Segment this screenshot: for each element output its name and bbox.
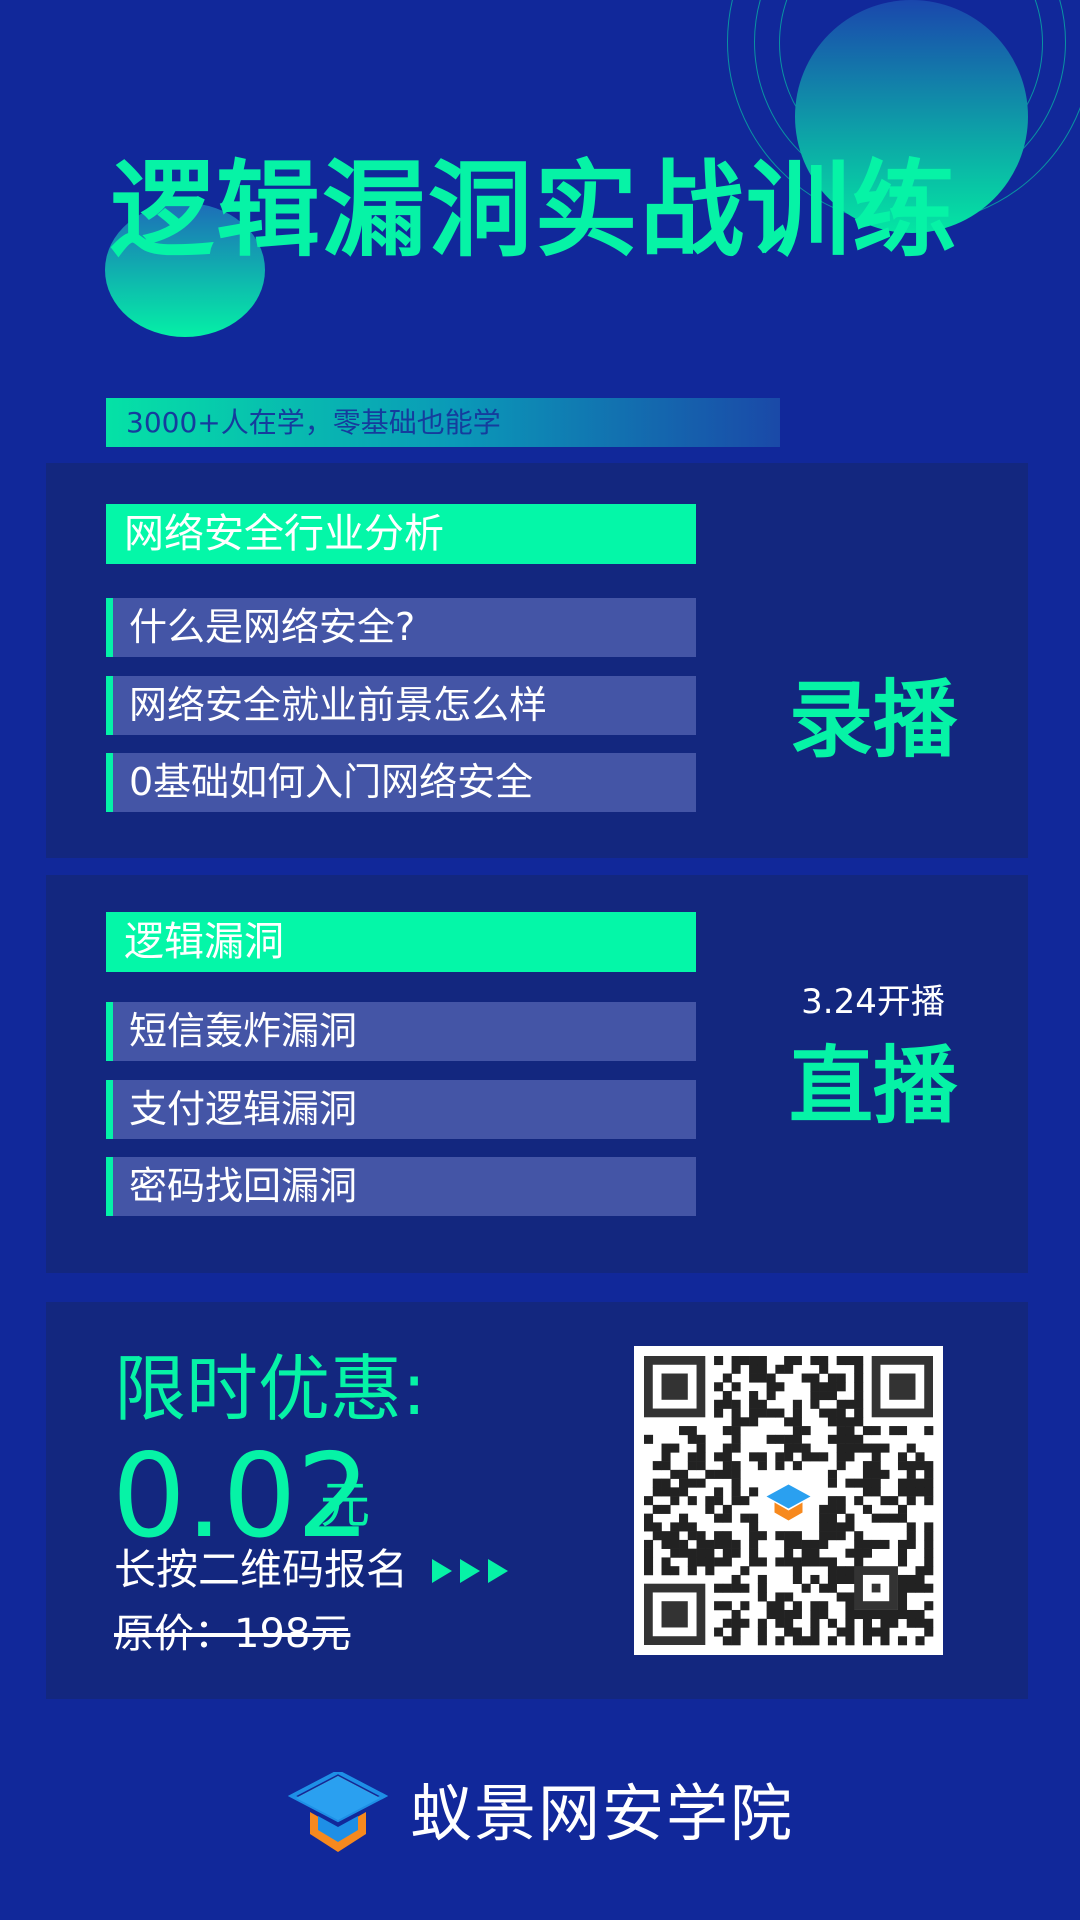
brand-name: 蚁景网安学院 — [410, 1777, 795, 1850]
recorded-item-3: 0基础如何入门网络安全 — [106, 753, 696, 812]
live-section-heading: 逻辑漏洞 — [106, 912, 696, 972]
recorded-section-heading: 网络安全行业分析 — [106, 504, 696, 564]
live-start-date: 3.24开播 — [801, 982, 945, 1022]
promo-price-unit: 元 — [320, 1476, 370, 1534]
qr-code[interactable] — [634, 1346, 943, 1655]
original-price: 原价：198元 — [114, 1611, 351, 1657]
page-title: 逻辑漏洞实战训练 — [110, 149, 959, 271]
qr-code-icon — [644, 1356, 934, 1646]
recorded-badge: 录播 — [788, 671, 957, 769]
recorded-item-2: 网络安全就业前景怎么样 — [106, 676, 696, 735]
live-item-3: 密码找回漏洞 — [106, 1157, 696, 1216]
qr-center-logo-icon — [758, 1472, 819, 1529]
live-item-2: 支付逻辑漏洞 — [106, 1080, 696, 1139]
arrow-right-icons — [432, 1556, 512, 1590]
graduation-cap-icon — [287, 1769, 389, 1852]
brand-logo — [287, 1769, 389, 1860]
live-badge: 直播 — [788, 1037, 957, 1135]
tagline-banner: 3000+人在学，零基础也能学 — [106, 398, 780, 447]
live-item-1: 短信轰炸漏洞 — [106, 1002, 696, 1061]
signup-instruction: 长按二维码报名 — [114, 1545, 409, 1594]
promo-title: 限时优惠: — [114, 1347, 427, 1431]
recorded-item-1: 什么是网络安全? — [106, 598, 696, 657]
